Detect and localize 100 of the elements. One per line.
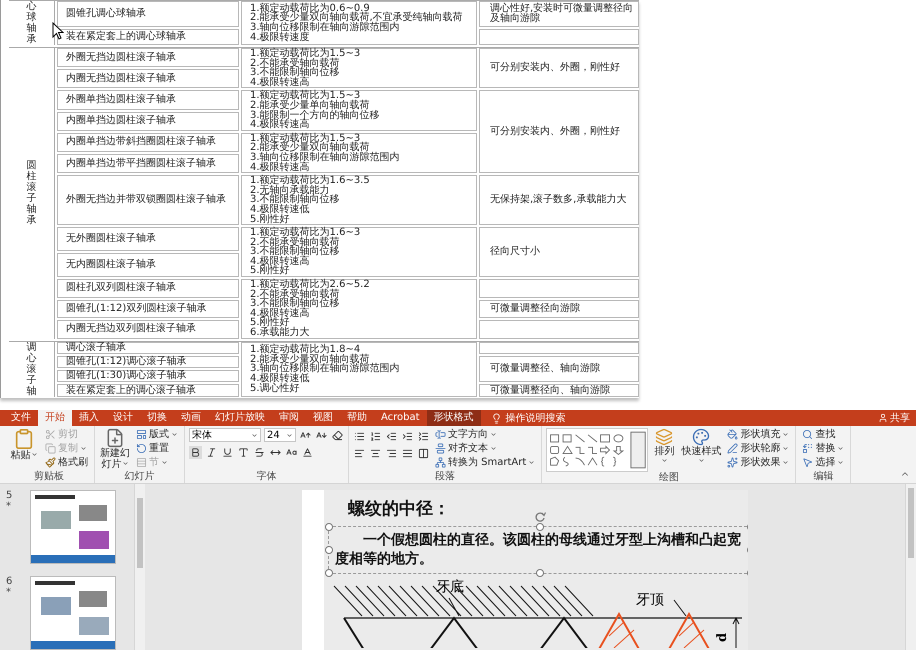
ribbon-button[interactable]: 形状效果 <box>725 456 792 469</box>
slide-paragraph: 一个假想圆柱的直径。该圆柱的母线通过牙型上沟槽和凸起宽度相等的地方。 <box>335 532 741 567</box>
clipboard-icon <box>13 428 35 450</box>
ribbon-tab[interactable]: 幻灯片放映 <box>208 410 272 426</box>
ribbon-button[interactable]: 形状轮廓 <box>725 442 792 455</box>
shapes-gallery[interactable] <box>546 428 648 472</box>
ribbon-large-button[interactable]: 排列 <box>651 428 678 464</box>
property-line: 3.不能限制轴向位移 <box>250 68 341 78</box>
pen-icon <box>727 443 738 454</box>
line-spacing-icon[interactable] <box>417 430 430 443</box>
ribbon-group-title: 绘图 <box>658 472 680 484</box>
resize-handle[interactable] <box>536 569 544 577</box>
ribbon-large-button[interactable]: 快速样式 <box>680 428 722 464</box>
feature-cell: 可微量调整径向游隙 <box>479 300 639 318</box>
align-center-icon[interactable] <box>369 447 382 460</box>
bearing-name-cell: 内圈单挡边圆柱滚子轴承 <box>57 112 239 131</box>
ribbon-button[interactable]: 形状填充 <box>725 428 792 441</box>
property-line: 4.极限转速高 <box>250 162 311 172</box>
ribbon-button[interactable]: 替换 <box>800 442 846 455</box>
bearing-name-cell: 圆锥孔(1:12)调心滚子轴承 <box>57 356 239 368</box>
font-size-select[interactable]: 24 <box>264 428 296 442</box>
scrollbar[interactable] <box>134 484 145 650</box>
property-line: 4.极限转速低 <box>250 374 311 384</box>
bearing-name-cell: 调心滚子轴承 <box>57 342 239 354</box>
ribbon-button[interactable]: 对齐文本 <box>433 442 538 455</box>
ribbon-button[interactable]: 文字方向 <box>433 428 538 441</box>
property-line: 4.极限转速高 <box>250 308 311 318</box>
underline-icon[interactable] <box>221 446 234 459</box>
ribbon-tab[interactable]: 帮助 <box>340 410 374 426</box>
text-shadow-icon[interactable] <box>237 446 250 459</box>
feature-cell: 可微量调整径向、轴向游隙 <box>479 384 639 397</box>
property-line: 2.能承受少量双向轴向载荷 <box>250 354 370 364</box>
resize-handle[interactable] <box>536 523 544 531</box>
decrease-indent-icon[interactable] <box>385 430 398 443</box>
ribbon-tab[interactable]: 视图 <box>306 410 340 426</box>
numbering-icon[interactable] <box>369 430 382 443</box>
section-icon <box>136 457 147 468</box>
ribbon-tab[interactable]: Acrobat <box>374 410 427 426</box>
bearing-name-cell: 圆锥孔调心球轴承 <box>57 1 239 27</box>
slide-thumbnail[interactable] <box>30 490 116 564</box>
reset-icon <box>136 443 147 454</box>
ribbon-tab[interactable]: 切换 <box>140 410 174 426</box>
ribbon-large-button[interactable]: 新建幻灯片 <box>99 428 131 470</box>
resize-handle[interactable] <box>325 569 333 577</box>
ribbon-large-button[interactable]: 粘贴 <box>8 428 40 461</box>
ribbon-button[interactable]: 转换为 SmartArt <box>433 456 538 469</box>
strikethrough-icon[interactable] <box>253 446 266 459</box>
thread-crest-label: 牙顶 <box>636 592 664 608</box>
tell-me-search[interactable]: 操作说明搜索 <box>490 410 566 426</box>
font-name-select[interactable]: 宋体 <box>189 428 261 442</box>
resize-handle[interactable] <box>325 546 333 554</box>
property-line: 4.极限转速高 <box>250 256 311 266</box>
property-line: 2.能承受少量单向轴向载荷 <box>250 100 370 111</box>
align-right-icon[interactable] <box>385 447 398 460</box>
justify-icon[interactable] <box>401 447 414 460</box>
scrollbar[interactable] <box>905 484 916 650</box>
caret-icon <box>30 451 38 458</box>
ribbon-button[interactable]: 选择 <box>800 456 846 469</box>
property-line: 2.能承受少量双向轴向载荷,不宜承受纯轴向载荷 <box>250 13 464 23</box>
ribbon-group-title: 段落 <box>434 471 456 483</box>
feature-cell: 可微量调整径、轴向游隙 <box>479 356 639 382</box>
ribbon-group-title: 剪贴板 <box>33 471 65 483</box>
slide-title: 螺纹的中径： <box>348 498 450 520</box>
ribbon-button[interactable]: 查找 <box>800 428 846 441</box>
lightbulb-icon <box>490 412 502 424</box>
property-line: 4.极限转速度 <box>250 32 311 42</box>
scissors-icon <box>45 429 56 440</box>
italic-icon[interactable] <box>205 446 218 459</box>
ribbon-tab[interactable]: 设计 <box>106 410 140 426</box>
bearing-name-cell: 外圈无挡边并带双锁圈圆柱滚子轴承 <box>57 175 239 226</box>
property-line: 5.调心性好 <box>250 384 301 394</box>
property-line: 2.不能承受轴向载荷 <box>250 290 341 300</box>
ribbon-tab[interactable]: 开始 <box>38 410 72 426</box>
rotate-handle-icon[interactable] <box>534 511 546 523</box>
increase-indent-icon[interactable] <box>401 430 414 443</box>
ribbon-tab[interactable]: 动画 <box>174 410 208 426</box>
bearing-name-cell: 内圈单挡边带平挡圈圆柱滚子轴承 <box>57 154 239 174</box>
resize-handle[interactable] <box>325 523 333 531</box>
slide-thumbnail[interactable] <box>30 576 116 650</box>
ribbon-button[interactable]: 格式刷 <box>43 456 90 469</box>
share-button[interactable]: 共享 <box>878 410 916 426</box>
ribbon-tab[interactable]: 插入 <box>72 410 106 426</box>
ribbon-tab[interactable]: 审阅 <box>272 410 306 426</box>
category-cell: 圆柱滚子轴承 <box>9 48 55 339</box>
property-line: 3.轴向位移限制在轴向游隙范围内 <box>250 152 401 163</box>
align-left-icon[interactable] <box>353 447 366 460</box>
font-color-icon[interactable] <box>301 446 314 459</box>
clear-format-icon[interactable] <box>331 428 344 442</box>
columns-icon[interactable] <box>417 447 430 460</box>
ribbon-button[interactable]: 重置 <box>134 442 180 455</box>
ribbon-tab[interactable]: 形状格式 <box>426 410 481 426</box>
caret-icon <box>528 459 536 466</box>
caret-icon <box>251 432 258 438</box>
ribbon-button[interactable]: 版式 <box>134 428 180 441</box>
ribbon-tab[interactable]: 文件 <box>4 410 38 426</box>
bold-icon[interactable] <box>189 446 202 459</box>
copy-icon <box>45 443 56 454</box>
bearing-name-cell: 无外圈圆柱滚子轴承 <box>57 227 239 252</box>
feature-cell: 可分别安装内、外圈，刚性好 <box>479 48 639 88</box>
property-line: 6.承载能力大 <box>250 328 311 338</box>
